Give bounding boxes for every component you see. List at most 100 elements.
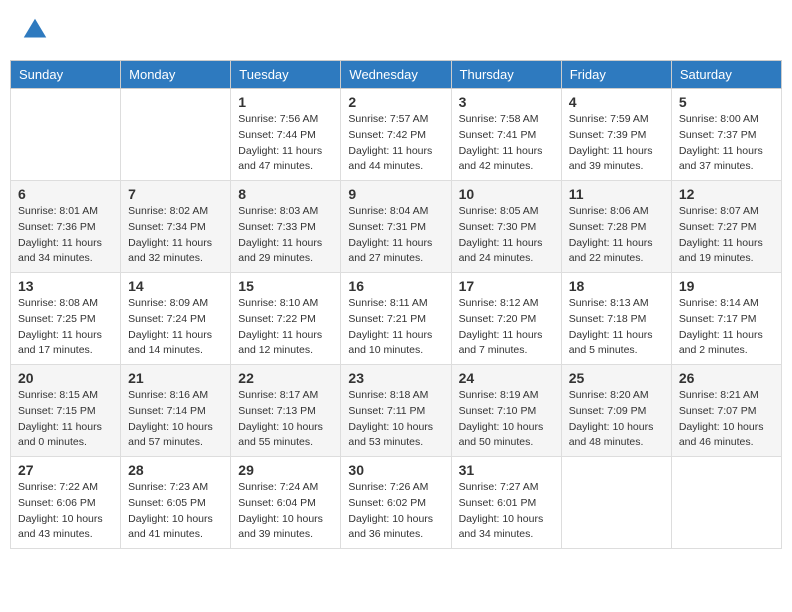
- calendar-cell: 27 Sunrise: 7:22 AMSunset: 6:06 PMDayligh…: [11, 457, 121, 549]
- calendar-cell: 26Sunrise: 8:21 AMSunset: 7:07 PMDayligh…: [671, 365, 781, 457]
- day-info: Sunrise: 7:23 AMSunset: 6:05 PMDaylight:…: [128, 480, 223, 543]
- logo: [20, 15, 54, 45]
- day-number: 28: [128, 462, 223, 478]
- day-info: Sunrise: 7:56 AMSunset: 7:44 PMDaylight:…: [238, 112, 333, 175]
- day-number: 14: [128, 278, 223, 294]
- day-number: 21: [128, 370, 223, 386]
- weekday-header-tuesday: Tuesday: [231, 61, 341, 89]
- day-number: 20: [18, 370, 113, 386]
- day-number: 3: [459, 94, 554, 110]
- day-number: 1: [238, 94, 333, 110]
- day-number: 11: [569, 186, 664, 202]
- calendar-cell: 15 Sunrise: 8:10 AMSunset: 7:22 PMDayligh…: [231, 273, 341, 365]
- day-number: 7: [128, 186, 223, 202]
- calendar-cell: 11 Sunrise: 8:06 AMSunset: 7:28 PMDayligh…: [561, 181, 671, 273]
- day-number: 31: [459, 462, 554, 478]
- calendar-cell: [11, 89, 121, 181]
- day-number: 30: [348, 462, 443, 478]
- calendar-cell: [561, 457, 671, 549]
- day-info: Sunrise: 8:13 AMSunset: 7:18 PMDaylight:…: [569, 296, 664, 359]
- day-info: Sunrise: 8:09 AMSunset: 7:24 PMDaylight:…: [128, 296, 223, 359]
- calendar-cell: 29Sunrise: 7:24 AMSunset: 6:04 PMDayligh…: [231, 457, 341, 549]
- calendar-cell: 20 Sunrise: 8:15 AMSunset: 7:15 PMDayligh…: [11, 365, 121, 457]
- day-info: Sunrise: 7:27 AMSunset: 6:01 PMDaylight:…: [459, 480, 554, 543]
- day-info: Sunrise: 8:04 AMSunset: 7:31 PMDaylight:…: [348, 204, 443, 267]
- day-number: 6: [18, 186, 113, 202]
- calendar-header-row: SundayMondayTuesdayWednesdayThursdayFrid…: [11, 61, 782, 89]
- calendar-table: SundayMondayTuesdayWednesdayThursdayFrid…: [10, 60, 782, 549]
- day-info: Sunrise: 7:26 AMSunset: 6:02 PMDaylight:…: [348, 480, 443, 543]
- page-header: [10, 10, 782, 50]
- day-number: 19: [679, 278, 774, 294]
- weekday-header-friday: Friday: [561, 61, 671, 89]
- day-number: 18: [569, 278, 664, 294]
- calendar-body: 1 Sunrise: 7:56 AMSunset: 7:44 PMDaylight…: [11, 89, 782, 549]
- day-info: Sunrise: 8:19 AMSunset: 7:10 PMDaylight:…: [459, 388, 554, 451]
- weekday-header-monday: Monday: [121, 61, 231, 89]
- day-info: Sunrise: 8:01 AMSunset: 7:36 PMDaylight:…: [18, 204, 113, 267]
- calendar-week-row: 1 Sunrise: 7:56 AMSunset: 7:44 PMDaylight…: [11, 89, 782, 181]
- day-info: Sunrise: 8:12 AMSunset: 7:20 PMDaylight:…: [459, 296, 554, 359]
- day-number: 9: [348, 186, 443, 202]
- calendar-cell: 4 Sunrise: 7:59 AMSunset: 7:39 PMDaylight…: [561, 89, 671, 181]
- day-info: Sunrise: 8:06 AMSunset: 7:28 PMDaylight:…: [569, 204, 664, 267]
- day-number: 16: [348, 278, 443, 294]
- day-info: Sunrise: 8:03 AMSunset: 7:33 PMDaylight:…: [238, 204, 333, 267]
- day-info: Sunrise: 8:18 AMSunset: 7:11 PMDaylight:…: [348, 388, 443, 451]
- calendar-cell: 25 Sunrise: 8:20 AMSunset: 7:09 PMDayligh…: [561, 365, 671, 457]
- weekday-header-thursday: Thursday: [451, 61, 561, 89]
- day-number: 10: [459, 186, 554, 202]
- calendar-cell: 30 Sunrise: 7:26 AMSunset: 6:02 PMDayligh…: [341, 457, 451, 549]
- day-number: 5: [679, 94, 774, 110]
- day-number: 8: [238, 186, 333, 202]
- calendar-cell: 5 Sunrise: 8:00 AMSunset: 7:37 PMDaylight…: [671, 89, 781, 181]
- calendar-week-row: 27 Sunrise: 7:22 AMSunset: 6:06 PMDayligh…: [11, 457, 782, 549]
- day-number: 29: [238, 462, 333, 478]
- day-number: 17: [459, 278, 554, 294]
- calendar-cell: 16Sunrise: 8:11 AMSunset: 7:21 PMDayligh…: [341, 273, 451, 365]
- day-number: 23: [348, 370, 443, 386]
- calendar-cell: 18 Sunrise: 8:13 AMSunset: 7:18 PMDayligh…: [561, 273, 671, 365]
- day-info: Sunrise: 7:58 AMSunset: 7:41 PMDaylight:…: [459, 112, 554, 175]
- day-info: Sunrise: 7:57 AMSunset: 7:42 PMDaylight:…: [348, 112, 443, 175]
- calendar-cell: 12 Sunrise: 8:07 AMSunset: 7:27 PMDayligh…: [671, 181, 781, 273]
- day-number: 25: [569, 370, 664, 386]
- day-info: Sunrise: 8:00 AMSunset: 7:37 PMDaylight:…: [679, 112, 774, 175]
- calendar-week-row: 13 Sunrise: 8:08 AMSunset: 7:25 PMDayligh…: [11, 273, 782, 365]
- day-info: Sunrise: 8:08 AMSunset: 7:25 PMDaylight:…: [18, 296, 113, 359]
- calendar-cell: 8 Sunrise: 8:03 AMSunset: 7:33 PMDaylight…: [231, 181, 341, 273]
- day-number: 27: [18, 462, 113, 478]
- day-number: 4: [569, 94, 664, 110]
- day-info: Sunrise: 8:20 AMSunset: 7:09 PMDaylight:…: [569, 388, 664, 451]
- day-info: Sunrise: 8:17 AMSunset: 7:13 PMDaylight:…: [238, 388, 333, 451]
- calendar-cell: 1 Sunrise: 7:56 AMSunset: 7:44 PMDaylight…: [231, 89, 341, 181]
- day-number: 24: [459, 370, 554, 386]
- calendar-cell: 13 Sunrise: 8:08 AMSunset: 7:25 PMDayligh…: [11, 273, 121, 365]
- day-number: 13: [18, 278, 113, 294]
- day-info: Sunrise: 8:16 AMSunset: 7:14 PMDaylight:…: [128, 388, 223, 451]
- day-info: Sunrise: 8:07 AMSunset: 7:27 PMDaylight:…: [679, 204, 774, 267]
- day-number: 22: [238, 370, 333, 386]
- calendar-cell: 9 Sunrise: 8:04 AMSunset: 7:31 PMDaylight…: [341, 181, 451, 273]
- calendar-cell: 6 Sunrise: 8:01 AMSunset: 7:36 PMDaylight…: [11, 181, 121, 273]
- day-info: Sunrise: 7:59 AMSunset: 7:39 PMDaylight:…: [569, 112, 664, 175]
- calendar-week-row: 20 Sunrise: 8:15 AMSunset: 7:15 PMDayligh…: [11, 365, 782, 457]
- calendar-cell: 19Sunrise: 8:14 AMSunset: 7:17 PMDayligh…: [671, 273, 781, 365]
- day-info: Sunrise: 8:05 AMSunset: 7:30 PMDaylight:…: [459, 204, 554, 267]
- day-number: 2: [348, 94, 443, 110]
- day-info: Sunrise: 8:10 AMSunset: 7:22 PMDaylight:…: [238, 296, 333, 359]
- weekday-header-wednesday: Wednesday: [341, 61, 451, 89]
- day-number: 15: [238, 278, 333, 294]
- day-number: 12: [679, 186, 774, 202]
- day-info: Sunrise: 8:15 AMSunset: 7:15 PMDaylight:…: [18, 388, 113, 451]
- day-info: Sunrise: 7:22 AMSunset: 6:06 PMDaylight:…: [18, 480, 113, 543]
- day-info: Sunrise: 8:21 AMSunset: 7:07 PMDaylight:…: [679, 388, 774, 451]
- calendar-cell: 22 Sunrise: 8:17 AMSunset: 7:13 PMDayligh…: [231, 365, 341, 457]
- weekday-header-sunday: Sunday: [11, 61, 121, 89]
- calendar-cell: 21 Sunrise: 8:16 AMSunset: 7:14 PMDayligh…: [121, 365, 231, 457]
- calendar-cell: 10 Sunrise: 8:05 AMSunset: 7:30 PMDayligh…: [451, 181, 561, 273]
- calendar-cell: [121, 89, 231, 181]
- calendar-cell: 14 Sunrise: 8:09 AMSunset: 7:24 PMDayligh…: [121, 273, 231, 365]
- calendar-cell: 28 Sunrise: 7:23 AMSunset: 6:05 PMDayligh…: [121, 457, 231, 549]
- day-info: Sunrise: 8:02 AMSunset: 7:34 PMDaylight:…: [128, 204, 223, 267]
